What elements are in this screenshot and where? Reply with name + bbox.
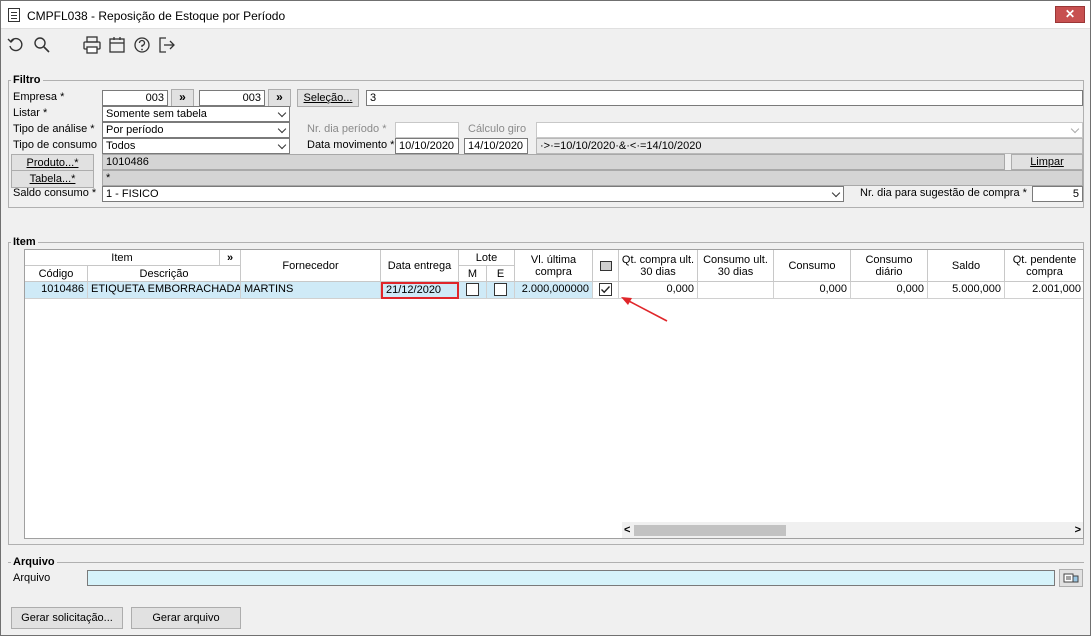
data-movimento-label: Data movimento * [307,139,395,151]
print-icon[interactable] [82,35,102,55]
data-movimento-to-field[interactable]: 14/10/2020 [464,138,528,154]
main-window: CMPFL038 - Reposição de Estoque por Perí… [0,0,1091,636]
toolbar [1,30,1090,60]
header-descricao[interactable]: Descrição [88,266,241,282]
nr-dia-periodo-field [395,122,459,138]
selecao-button[interactable]: Seleção... [297,89,359,107]
item-title: Item [11,236,38,248]
select-all-icon[interactable] [599,260,612,271]
header-data-entrega[interactable]: Data entrega [381,250,459,282]
data-movimento-expression: ·>·=10/10/2020·&·<·=14/10/2020 [536,138,1083,154]
folder-icon [1063,573,1079,583]
calculo-giro-label: Cálculo giro [468,123,527,135]
arquivo-title: Arquivo [11,556,57,568]
tipo-analise-label: Tipo de análise * [13,123,95,135]
horizontal-scrollbar[interactable]: < > [622,522,1083,538]
produto-field: 1010486 [102,154,1005,170]
header-lote: Lote [459,250,515,266]
cell-data-entrega[interactable]: 21/12/2020 [381,282,459,299]
header-lote-m[interactable]: M [459,266,487,282]
lote-e-checkbox[interactable] [494,283,507,296]
calendar-icon[interactable] [107,35,127,55]
empresa-from-jump-button[interactable]: » [171,89,194,107]
gerar-solicitacao-button[interactable]: Gerar solicitação... [11,607,123,629]
row-selected-checkbox[interactable] [599,283,612,296]
header-saldo[interactable]: Saldo [928,250,1005,282]
scroll-thumb[interactable] [634,525,786,536]
lote-m-checkbox[interactable] [466,283,479,296]
filtro-title: Filtro [11,74,43,86]
listar-value: Somente sem tabela [106,108,207,120]
cell-qt-pendente[interactable]: 2.001,000 [1005,282,1083,299]
tipo-consumo-select[interactable]: Todos [102,138,290,154]
nr-dia-sugestao-field[interactable]: 5 [1032,186,1083,202]
tipo-consumo-value: Todos [106,140,136,152]
nr-dia-sugestao-label: Nr. dia para sugestão de compra * [860,187,1027,199]
cell-saldo[interactable]: 5.000,000 [928,282,1005,299]
header-codigo[interactable]: Código [25,266,88,282]
cell-lote-m[interactable] [459,282,487,299]
saldo-consumo-label: Saldo consumo * [13,187,97,199]
header-qt-compra-30[interactable]: Qt. compra ult. 30 dias [619,250,698,282]
arquivo-field[interactable] [87,570,1055,586]
undo-icon[interactable] [6,35,26,55]
chevron-down-icon [277,124,287,134]
title-bar: CMPFL038 - Reposição de Estoque por Perí… [1,1,1090,29]
header-fornecedor[interactable]: Fornecedor [241,250,381,282]
document-icon [8,8,20,22]
help-icon[interactable] [132,35,152,55]
window-title: CMPFL038 - Reposição de Estoque por Perí… [27,9,286,23]
saldo-consumo-select[interactable]: 1 - FISICO [102,186,844,202]
arquivo-label: Arquivo [13,572,51,584]
cell-qt-compra-30[interactable]: 0,000 [619,282,698,299]
header-consumo[interactable]: Consumo [774,250,851,282]
header-expand-button[interactable]: » [220,250,241,266]
saldo-consumo-value: 1 - FISICO [106,188,159,200]
cell-selected[interactable] [593,282,619,299]
header-select-all[interactable] [593,250,619,282]
chevron-down-icon [831,188,841,198]
tipo-consumo-label: Tipo de consumo [13,139,97,151]
empresa-from-field[interactable]: 003 [102,90,168,106]
header-qt-pendente[interactable]: Qt. pendente compra [1005,250,1083,282]
calculo-giro-select [536,122,1083,138]
chevron-down-icon [277,140,287,150]
cell-consumo-diario[interactable]: 0,000 [851,282,928,299]
cell-codigo[interactable]: 1010486 [25,282,88,299]
item-grid: Item » Código Descrição Fornecedor Data … [24,249,1084,539]
empresa-to-jump-button[interactable]: » [268,89,291,107]
exit-icon[interactable] [157,35,177,55]
tabela-button[interactable]: Tabela...* [11,170,94,188]
selecao-field[interactable]: 3 [366,90,1083,106]
header-vl-ultima-compra[interactable]: Vl. última compra [515,250,593,282]
scroll-left-icon[interactable]: < [624,524,630,536]
limpar-button[interactable]: Limpar [1011,154,1083,170]
header-consumo-diario[interactable]: Consumo diário [851,250,928,282]
close-button[interactable]: ✕ [1055,6,1085,23]
header-consumo-30[interactable]: Consumo ult. 30 dias [698,250,774,282]
cell-vl-ultima-compra[interactable]: 2.000,000000 [515,282,593,299]
cell-fornecedor[interactable]: MARTINS [241,282,381,299]
data-movimento-from-field[interactable]: 10/10/2020 [395,138,459,154]
tipo-analise-select[interactable]: Por período [102,122,290,138]
search-icon[interactable] [32,35,52,55]
gerar-arquivo-button[interactable]: Gerar arquivo [131,607,241,629]
empresa-label: Empresa * [13,91,65,103]
tipo-analise-value: Por período [106,124,164,136]
empresa-to-field[interactable]: 003 [199,90,265,106]
chevron-down-icon [277,108,287,118]
header-lote-e[interactable]: E [487,266,515,282]
listar-select[interactable]: Somente sem tabela [102,106,290,122]
tabela-field: * [102,170,1083,186]
scroll-right-icon[interactable]: > [1075,524,1081,536]
browse-file-button[interactable] [1059,569,1083,587]
header-item: Item [25,250,220,266]
listar-label: Listar * [13,107,48,119]
cell-consumo-30[interactable] [698,282,774,299]
chevron-down-icon [1070,124,1080,134]
nr-dia-periodo-label: Nr. dia período * [307,123,387,135]
cell-descricao[interactable]: ETIQUETA EMBORRACHADA BAIXO RELEVO [88,282,241,299]
cell-consumo[interactable]: 0,000 [774,282,851,299]
cell-lote-e[interactable] [487,282,515,299]
